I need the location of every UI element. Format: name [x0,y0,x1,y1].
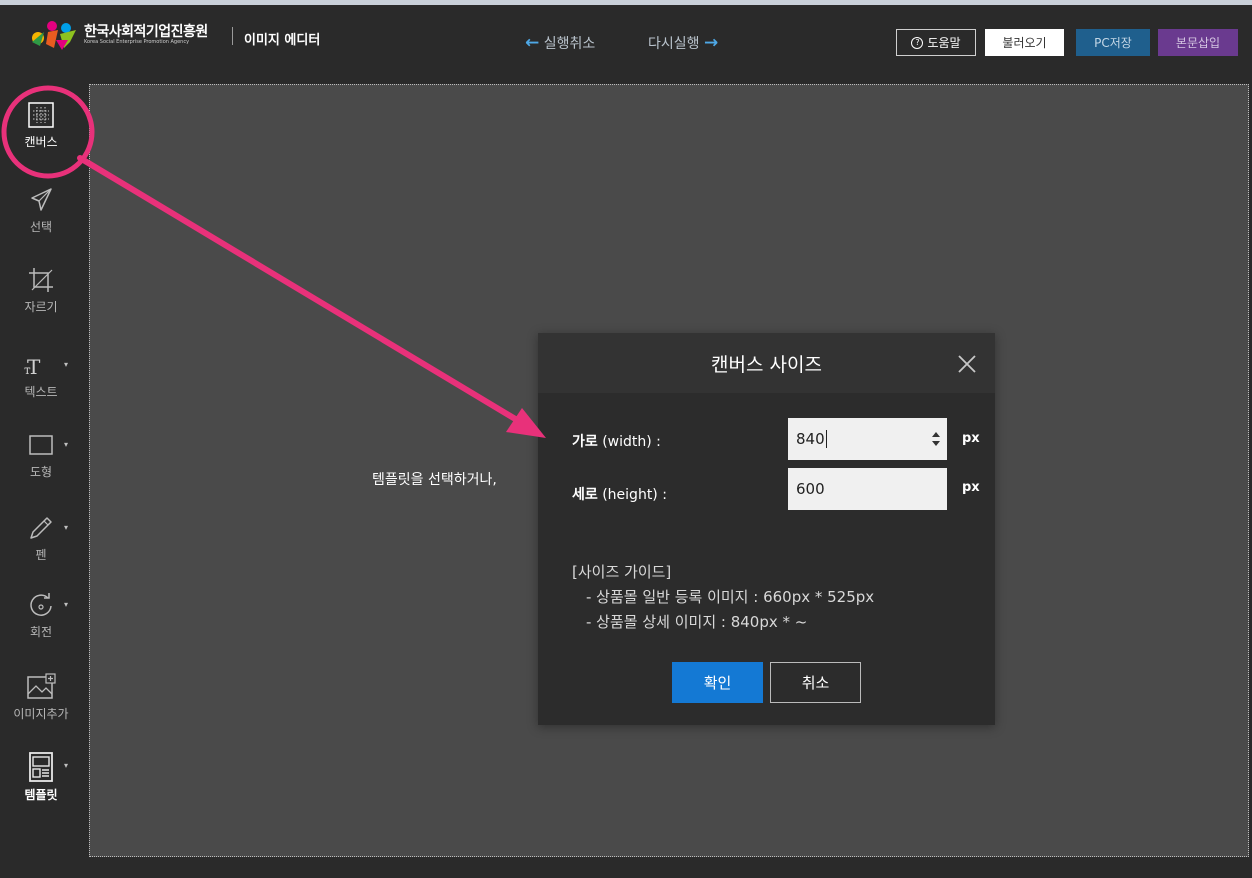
editor-title: 이미지 에디터 [244,33,321,48]
canvas-grid-icon [28,102,54,128]
chevron-down-icon: ▾ [64,360,69,369]
tool-select-label: 선택 [29,220,53,234]
width-label-ko: 가로 [572,434,598,450]
tool-rotate[interactable]: ▾ 회전 [0,590,82,640]
tool-template-label: 템플릿 [24,788,58,802]
spinner-arrows-icon[interactable] [931,431,941,447]
svg-text:т: т [24,363,31,377]
rotate-icon [30,593,52,616]
tool-canvas-label: 캔버스 [24,135,58,149]
org-name: 한국사회적기업진흥원 [84,24,208,40]
chevron-down-icon: ▾ [64,761,69,770]
arrow-left-icon: ← [525,33,540,53]
size-guide-line: - 상품몰 일반 등록 이미지 : 660px * 525px [586,588,875,606]
size-guide-title: [사이즈 가이드] [572,563,672,581]
arrow-right-icon: → [703,33,719,53]
tool-select[interactable]: 선택 [0,185,82,235]
canvas-size-dialog: 캔버스 사이즈 가로 (width) : 840 px 세로 (height) … [538,333,995,725]
tool-crop-label: 자르기 [24,300,58,314]
tool-sidebar: 캔버스 선택 자르기 T т ▾ 텍스트 ▾ 도형 ▾ 펜 ▾ 회전 이미지추가… [0,85,82,878]
insert-content-button[interactable]: 본문삽입 [1158,29,1238,56]
help-label: 도움말 [927,36,961,50]
width-input[interactable]: 840 [788,418,947,460]
tool-pen-label: 펜 [35,548,47,562]
height-label-en: (height) : [602,487,667,503]
tool-template[interactable]: ▾ 템플릿 [0,751,82,803]
dialog-header: 캔버스 사이즈 [538,333,995,393]
redo-button[interactable]: 다시실행 → [648,33,718,53]
chevron-down-icon: ▾ [64,440,69,449]
size-guide-line: - 상품몰 상세 이미지 : 840px * ~ [586,613,808,631]
width-input-value: 840 [796,430,825,448]
height-field-label: 세로 (height) : [572,484,667,504]
dialog-title: 캔버스 사이즈 [711,354,822,376]
org-subtitle: Korea Social Enterprise Promotion Agency [84,39,190,45]
close-icon[interactable] [956,353,978,375]
text-caret [825,430,827,448]
width-label-en: (width) : [602,434,661,450]
pen-icon [30,517,52,539]
cursor-arrow-icon [31,188,52,211]
rectangle-shape-icon [29,435,53,455]
crop-icon [29,268,53,292]
tool-text[interactable]: T т ▾ 텍스트 [0,350,82,400]
help-button[interactable]: ? 도움말 [896,29,976,56]
header-divider [232,27,233,45]
height-unit: px [962,480,980,495]
height-input-value: 600 [796,480,825,498]
width-unit: px [962,431,980,446]
header-bar: 한국사회적기업진흥원 Korea Social Enterprise Promo… [0,5,1252,83]
canvas-hint-text: 템플릿을 선택하거나, [372,472,497,488]
tool-pen[interactable]: ▾ 펜 [0,513,82,563]
height-label-ko: 세로 [572,487,598,503]
undo-button[interactable]: ← 실행취소 [525,33,595,53]
load-button[interactable]: 불러오기 [985,29,1064,56]
width-field-label: 가로 (width) : [572,431,661,451]
tool-rotate-label: 회전 [29,625,53,639]
chevron-down-icon: ▾ [64,600,69,609]
org-logo-icon [32,21,76,50]
size-guide: [사이즈 가이드] - 상품몰 일반 등록 이미지 : 660px * 525p… [572,560,874,635]
template-icon [29,752,53,782]
question-circle-icon: ? [911,36,924,49]
tool-shape[interactable]: ▾ 도형 [0,430,82,480]
save-pc-button[interactable]: PC저장 [1076,29,1150,56]
chevron-down-icon: ▾ [64,523,69,532]
add-image-icon [27,673,56,699]
tool-shape-label: 도형 [29,465,53,479]
tool-crop[interactable]: 자르기 [0,265,82,315]
redo-label: 다시실행 [648,36,700,52]
undo-label: 실행취소 [543,36,596,52]
tool-text-label: 텍스트 [24,385,58,399]
tool-add-image-label: 이미지추가 [13,707,69,721]
cancel-button[interactable]: 취소 [770,662,861,703]
height-input[interactable]: 600 [788,468,947,510]
tool-canvas[interactable]: 캔버스 [0,100,82,150]
text-icon: T т [24,355,41,379]
tool-add-image[interactable]: 이미지추가 [0,672,82,722]
confirm-button[interactable]: 확인 [672,662,763,703]
